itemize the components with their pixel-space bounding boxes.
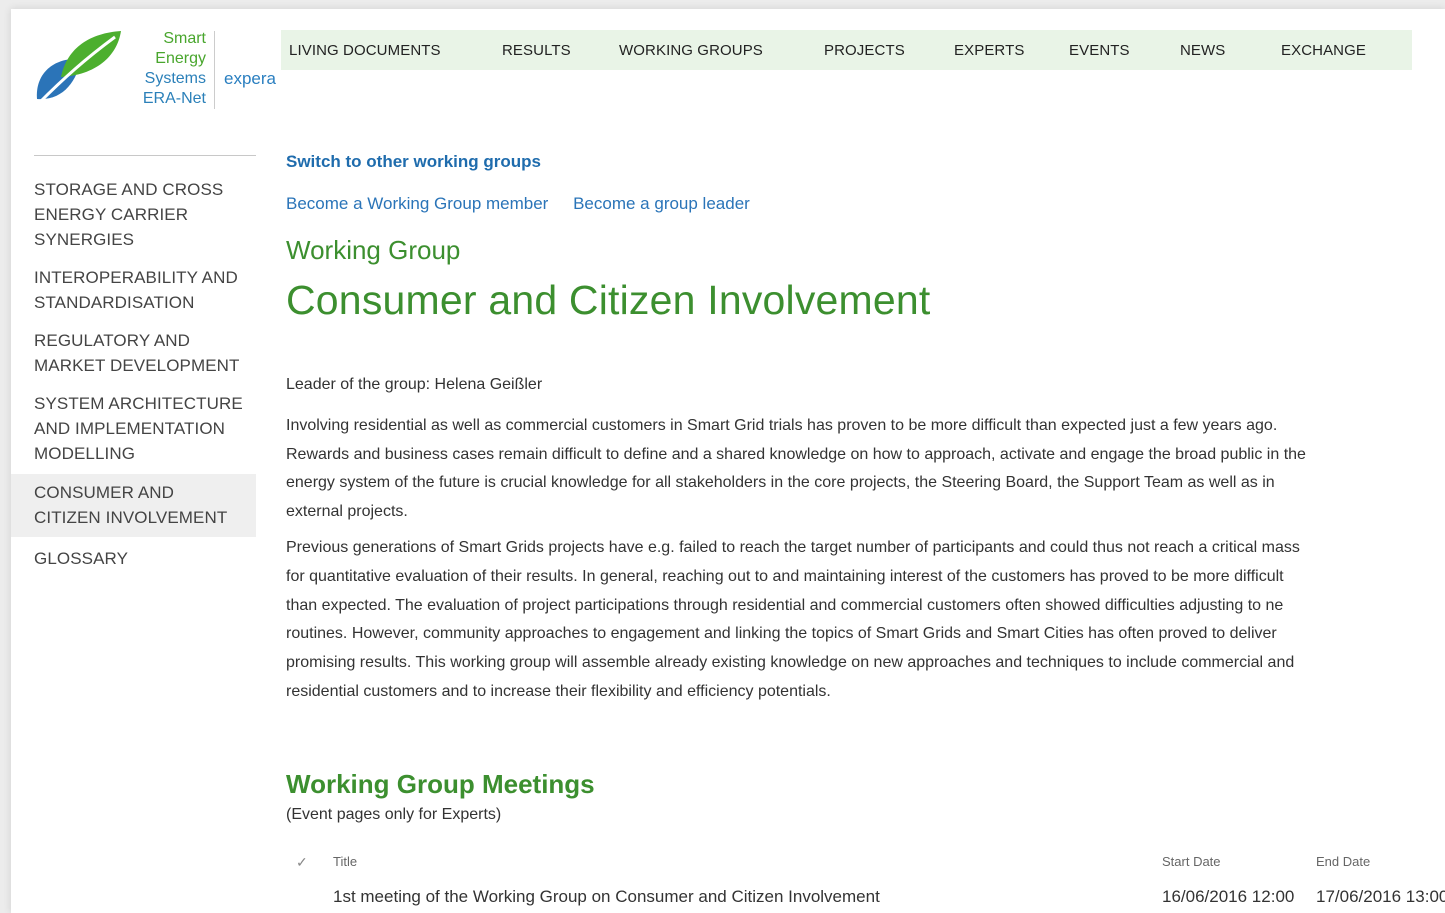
text-line: promising results. This working group wi… [286, 654, 1295, 672]
text-line: for quantitative evaluation of their res… [286, 567, 1284, 585]
logo-line-smart: Smart [163, 30, 206, 47]
sidebar-item-consumer[interactable]: CONSUMER AND CITIZEN INVOLVEMENT [11, 474, 256, 537]
page-title: Consumer and Citizen Involvement [286, 277, 931, 323]
text-line: energy system of the future is crucial k… [286, 474, 1275, 492]
meeting-start-date: 16/06/2016 12:00 [1162, 887, 1295, 906]
nav-experts[interactable]: EXPERTS [954, 42, 1024, 59]
sidebar: STORAGE AND CROSS ENERGY CARRIER SYNERGI… [11, 174, 256, 581]
text-line: than expected. The evaluation of project… [286, 596, 1284, 614]
membership-links: Become a Working Group member Become a g… [286, 194, 770, 214]
nav-results[interactable]: RESULTS [502, 42, 571, 59]
sidebar-divider [34, 155, 256, 156]
column-start-date[interactable]: Start Date [1162, 854, 1221, 869]
nav-news[interactable]: NEWS [1180, 42, 1225, 59]
page: Smart Energy Systems ERA-Net expera LIVI… [11, 9, 1445, 913]
logo-wordmark: Smart Energy Systems ERA-Net [119, 29, 206, 109]
top-navigation: LIVING DOCUMENTS RESULTS WORKING GROUPS … [281, 30, 1412, 70]
become-leader-link[interactable]: Become a group leader [573, 194, 750, 213]
text-line: Rewards and business cases remain diffic… [286, 445, 1306, 463]
text-line: external projects. [286, 503, 408, 521]
nav-working-groups[interactable]: WORKING GROUPS [619, 42, 763, 59]
logo-partner: expera [224, 69, 276, 88]
meetings-note: (Event pages only for Experts) [286, 806, 502, 823]
meetings-heading: Working Group Meetings [286, 769, 595, 799]
section-label: Working Group [286, 235, 461, 265]
switch-groups-link[interactable]: Switch to other working groups [286, 152, 541, 172]
nav-projects[interactable]: PROJECTS [824, 42, 905, 59]
column-end-date[interactable]: End Date [1316, 854, 1370, 869]
site-logo[interactable]: Smart Energy Systems ERA-Net expera [33, 29, 276, 113]
table-header: ✓ Title Start Date End Date [286, 849, 1445, 879]
sidebar-item-regulatory[interactable]: REGULATORY AND MARKET DEVELOPMENT [11, 325, 256, 382]
sidebar-item-storage[interactable]: STORAGE AND CROSS ENERGY CARRIER SYNERGI… [11, 174, 256, 256]
group-leader: Leader of the group: Helena Geißler [286, 376, 543, 393]
description: Leader of the group: Helena Geißler Invo… [286, 371, 1445, 714]
sidebar-item-interoperability[interactable]: INTEROPERABILITY AND STANDARDISATION [11, 262, 256, 319]
leaf-logo-icon [36, 31, 121, 105]
intro-paragraph: Involving residential as well as commerc… [286, 412, 1445, 527]
text-line: residential customers and to increase th… [286, 682, 831, 700]
meeting-title-link[interactable]: 1st meeting of the Working Group on Cons… [333, 887, 880, 907]
sidebar-item-system-architecture[interactable]: SYSTEM ARCHITECTURE AND IMPLEMENTATION M… [11, 388, 256, 470]
nav-events[interactable]: EVENTS [1069, 42, 1130, 59]
select-all-check-icon[interactable]: ✓ [296, 854, 308, 871]
sidebar-item-glossary[interactable]: GLOSSARY [11, 543, 256, 575]
text-line: Involving residential as well as commerc… [286, 416, 1278, 434]
nav-living-documents[interactable]: LIVING DOCUMENTS [289, 42, 441, 59]
meetings-table: ✓ Title Start Date End Date 1st meeting … [286, 849, 1445, 909]
logo-line-energy: Energy [155, 50, 206, 67]
text-line: Previous generations of Smart Grids proj… [286, 538, 1300, 556]
logo-line-systems: Systems [144, 70, 206, 87]
logo-divider [214, 31, 215, 109]
meeting-end-date: 17/06/2016 13:00 [1316, 887, 1445, 906]
nav-exchange[interactable]: EXCHANGE [1281, 42, 1366, 59]
detail-paragraph: Previous generations of Smart Grids proj… [286, 534, 1445, 707]
become-member-link[interactable]: Become a Working Group member [286, 194, 548, 213]
table-row[interactable]: 1st meeting of the Working Group on Cons… [286, 879, 1445, 909]
text-line: routines. However, community approaches … [286, 625, 1277, 643]
logo-line-eranet: ERA-Net [142, 90, 206, 107]
column-title[interactable]: Title [333, 854, 357, 869]
